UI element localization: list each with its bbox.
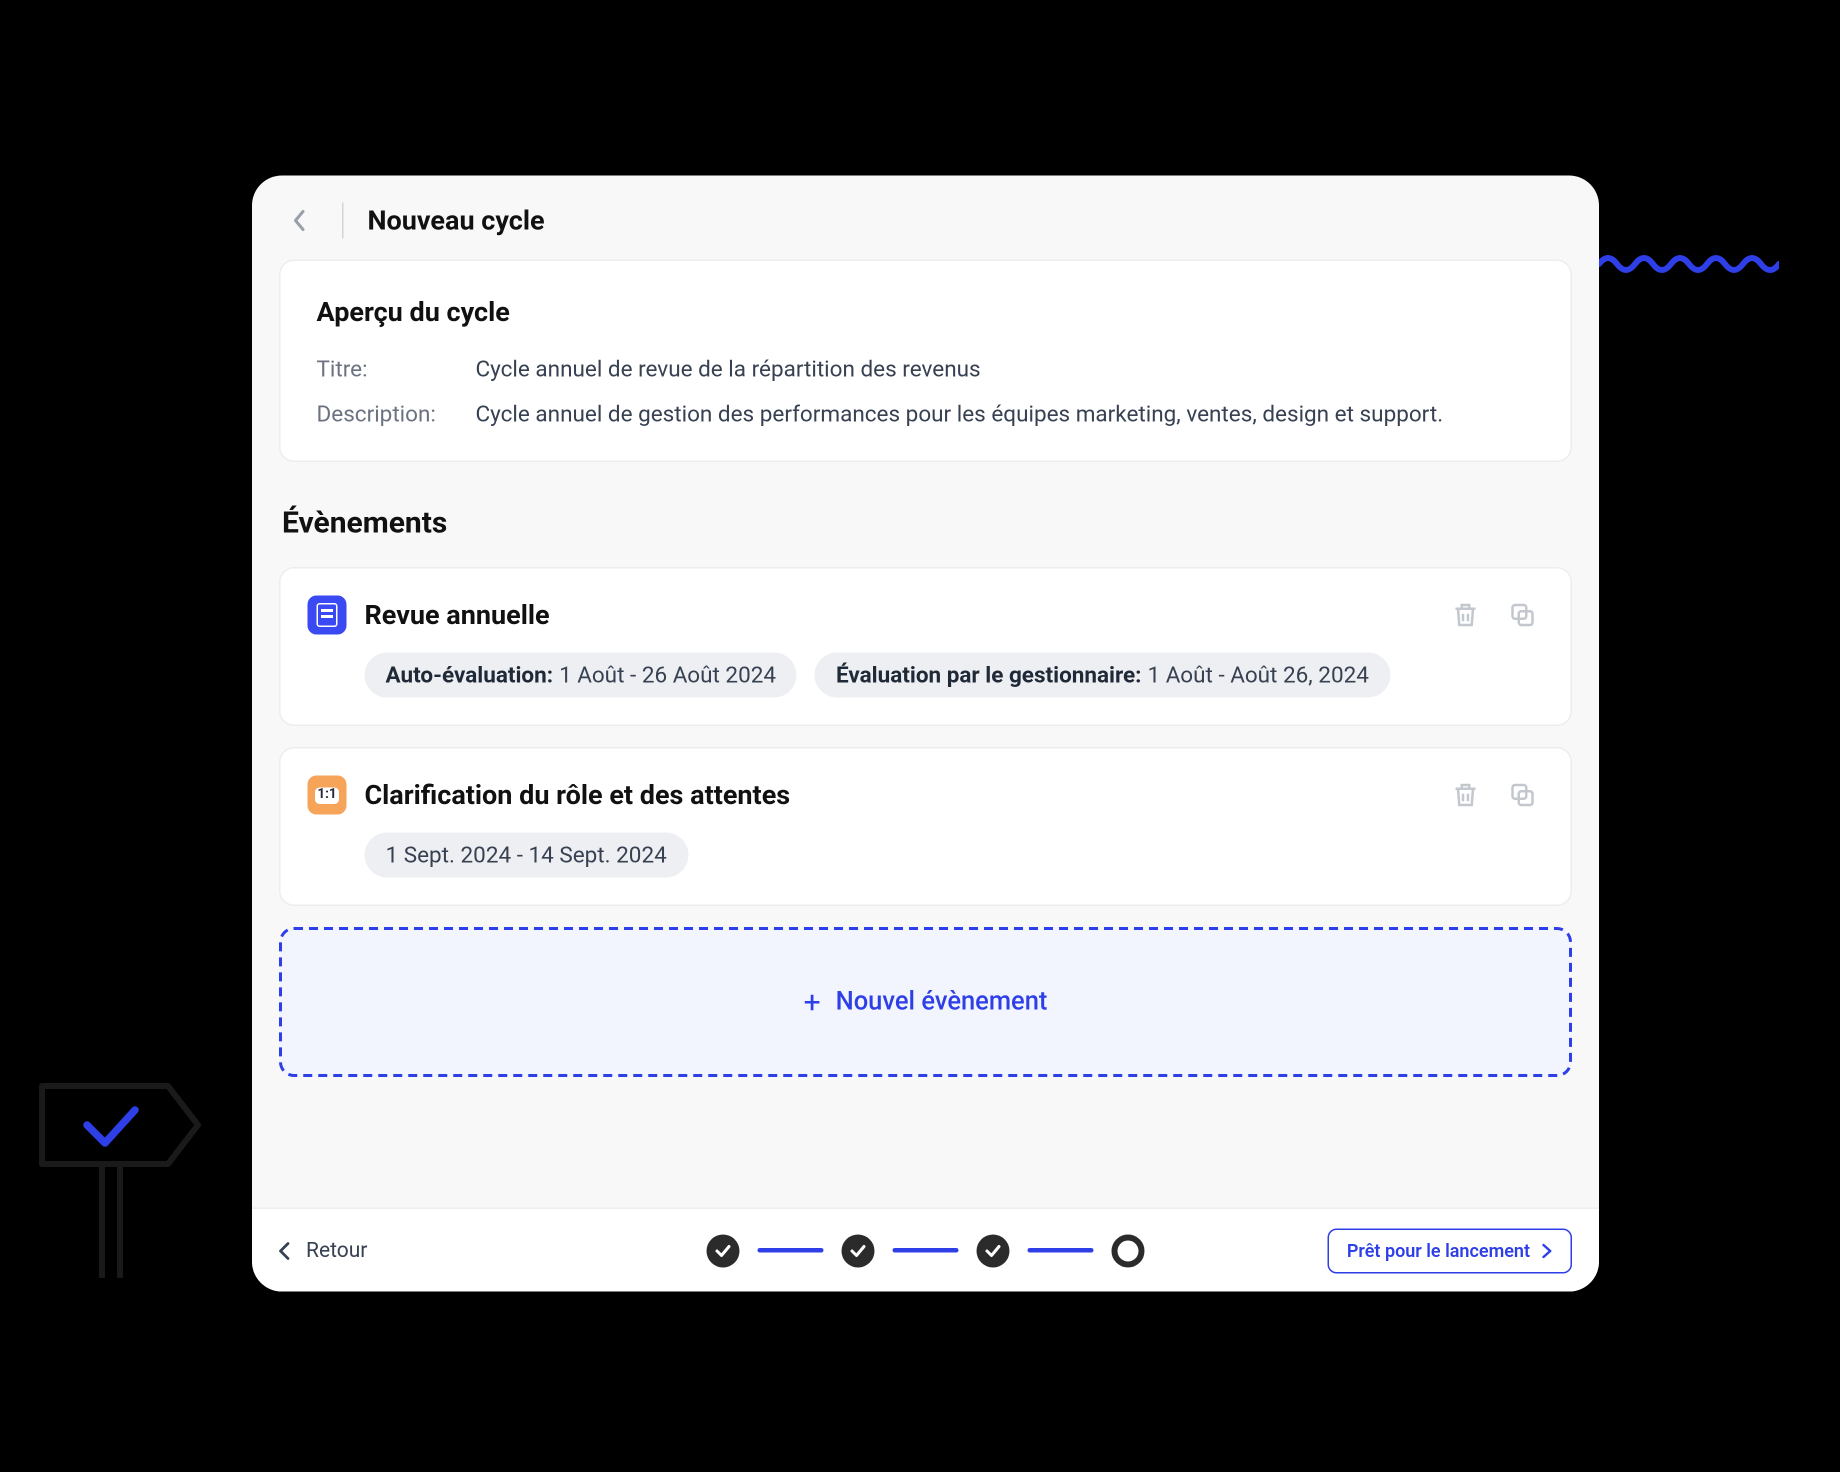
step-dot-pending	[1112, 1234, 1145, 1267]
event-title: Clarification du rôle et des attentes	[365, 779, 791, 811]
overview-heading: Aperçu du cycle	[317, 297, 1535, 329]
stepper	[707, 1234, 1145, 1267]
event-pills: 1 Sept. 2024 - 14 Sept. 2024	[365, 833, 1538, 878]
modal-footer: Retour Prêt pour le lancement	[252, 1208, 1599, 1292]
decorative-squiggle	[1599, 252, 1779, 282]
event-pills: Auto-évaluation: 1 Août - 26 Août 2024 É…	[365, 653, 1538, 698]
step-dot-done	[977, 1234, 1010, 1267]
event-pill: Évaluation par le gestionnaire: 1 Août -…	[815, 653, 1390, 698]
event-head: 1:1 Clarification du rôle et des attente…	[308, 776, 1538, 815]
overview-row-description: Description: Cycle annuel de gestion des…	[317, 401, 1535, 428]
step-line	[893, 1248, 959, 1253]
modal-card: Nouveau cycle Aperçu du cycle Titre: Cyc…	[252, 176, 1599, 1292]
trash-icon[interactable]	[1451, 780, 1481, 810]
pill-value: 1 Sept. 2024 - 14 Sept. 2024	[386, 842, 667, 869]
divider	[342, 203, 344, 239]
copy-icon[interactable]	[1508, 600, 1538, 630]
ready-label: Prêt pour le lancement	[1347, 1240, 1530, 1261]
pill-value: 1 Août - Août 26, 2024	[1148, 662, 1369, 689]
overview-description-label: Description:	[317, 401, 476, 428]
event-card[interactable]: 1:1 Clarification du rôle et des attente…	[279, 747, 1572, 906]
overview-description-value: Cycle annuel de gestion des performances…	[476, 401, 1444, 428]
trash-icon[interactable]	[1451, 600, 1481, 630]
event-card[interactable]: Revue annuelle Auto-évaluation: 1 Août -…	[279, 567, 1572, 726]
copy-icon[interactable]	[1508, 780, 1538, 810]
new-event-button[interactable]: + Nouvel évènement	[279, 927, 1572, 1077]
overview-title-value: Cycle annuel de revue de la répartition …	[476, 356, 981, 383]
events-heading: Évènements	[282, 504, 1572, 540]
chevron-right-icon	[1542, 1243, 1553, 1258]
event-head: Revue annuelle	[308, 596, 1538, 635]
new-event-label: Nouvel évènement	[836, 987, 1048, 1017]
page-title: Nouveau cycle	[368, 205, 545, 237]
modal-content: Aperçu du cycle Titre: Cycle annuel de r…	[252, 260, 1599, 1208]
footer-back-label: Retour	[306, 1238, 367, 1262]
event-pill: Auto-évaluation: 1 Août - 26 Août 2024	[365, 653, 798, 698]
event-title: Revue annuelle	[365, 599, 550, 631]
footer-back-button[interactable]: Retour	[279, 1238, 367, 1262]
ready-for-launch-button[interactable]: Prêt pour le lancement	[1327, 1228, 1572, 1273]
pill-key: Auto-évaluation:	[386, 662, 554, 689]
decorative-signpost	[39, 1083, 204, 1299]
pill-key: Évaluation par le gestionnaire:	[836, 662, 1142, 689]
one-on-one-icon: 1:1	[308, 776, 347, 815]
plus-icon: +	[804, 987, 821, 1017]
step-line	[1028, 1248, 1094, 1253]
pill-value: 1 Août - 26 Août 2024	[559, 662, 776, 689]
step-line	[758, 1248, 824, 1253]
modal-header: Nouveau cycle	[252, 176, 1599, 260]
step-dot-done	[707, 1234, 740, 1267]
back-icon[interactable]	[282, 203, 318, 239]
step-dot-done	[842, 1234, 875, 1267]
document-icon	[308, 596, 347, 635]
event-pill: 1 Sept. 2024 - 14 Sept. 2024	[365, 833, 688, 878]
overview-row-title: Titre: Cycle annuel de revue de la répar…	[317, 356, 1535, 383]
overview-card: Aperçu du cycle Titre: Cycle annuel de r…	[279, 260, 1572, 463]
event-actions	[1451, 600, 1538, 630]
overview-title-label: Titre:	[317, 356, 476, 383]
event-actions	[1451, 780, 1538, 810]
